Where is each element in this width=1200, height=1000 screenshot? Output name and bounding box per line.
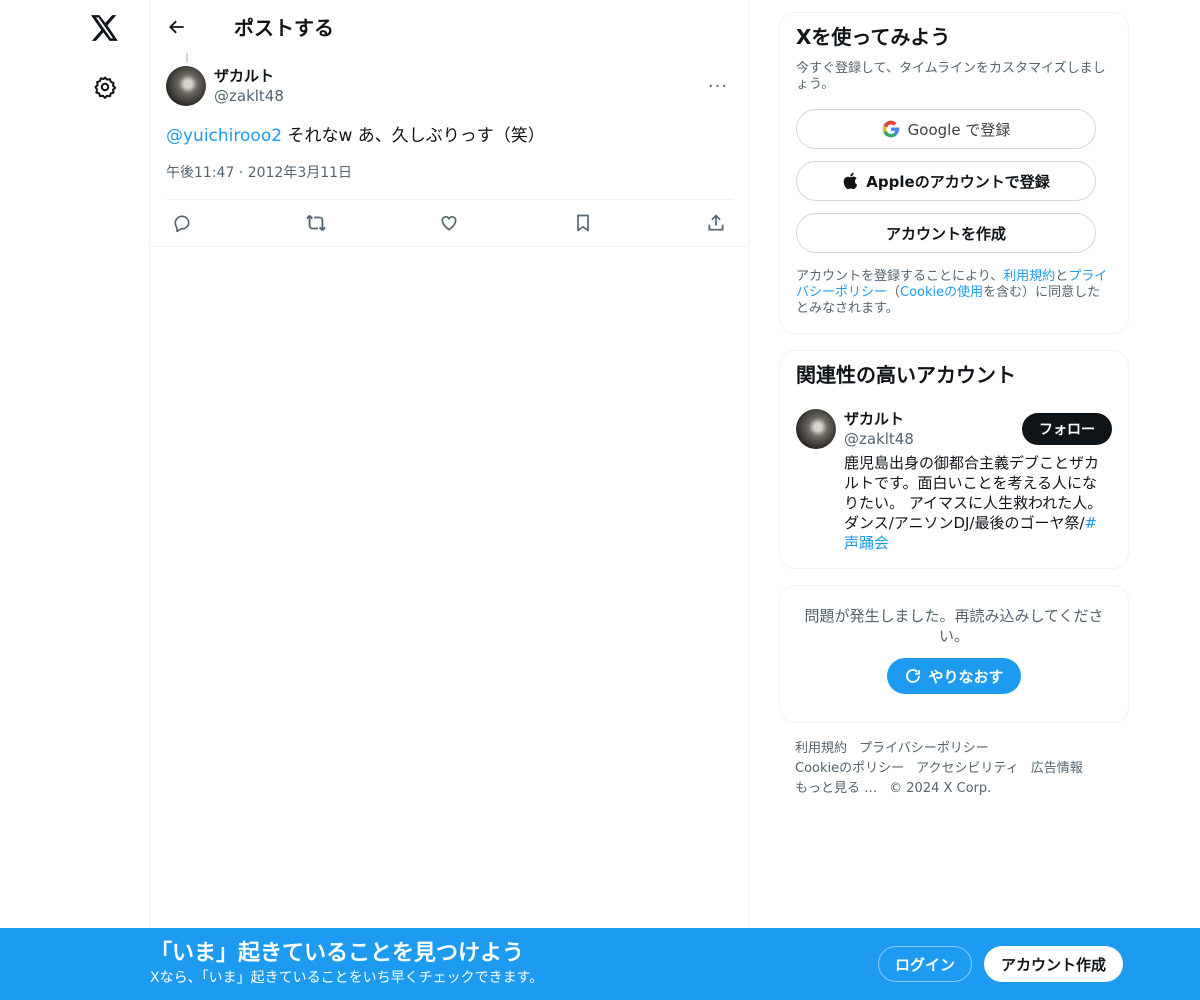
- left-nav: [0, 0, 150, 1000]
- avatar[interactable]: [166, 66, 206, 106]
- bookmark-icon[interactable]: [571, 211, 595, 235]
- signup-button[interactable]: アカウント作成: [984, 946, 1123, 982]
- error-message: 問題が発生しました。再読み込みしてください。: [804, 607, 1104, 645]
- copyright: © 2024 X Corp.: [889, 781, 992, 796]
- post: ザカルト @zaklt48 ··· @yuichirooo2 それなw あ、久し…: [150, 63, 748, 247]
- signup-subtitle: 今すぐ登録して、タイムラインをカスタマイズしましょう。: [796, 61, 1106, 92]
- bottom-bar-title: 「いま」起きていることを見つけよう: [150, 941, 525, 966]
- post-header: ザカルト @zaklt48 ···: [166, 63, 732, 109]
- create-account-button[interactable]: アカウントを作成: [796, 213, 1096, 253]
- footer-row: もっと見る … © 2024 X Corp.: [795, 779, 1113, 799]
- related-bio: 鹿児島出身の御都合主義デブことザカルトです。面白いことを考える人になりたい。 ア…: [844, 453, 1112, 553]
- mention-link[interactable]: @yuichirooo2: [166, 126, 282, 146]
- main-column: ポストする ザカルト @zaklt48 ··· @yuichirooo2 それな…: [149, 0, 749, 1000]
- google-signup-button[interactable]: Google で登録: [796, 109, 1096, 149]
- post-timestamp[interactable]: 午後11:47 · 2012年3月11日: [166, 163, 732, 200]
- signup-card: Xを使ってみよう 今すぐ登録して、タイムラインをカスタマイズしましょう。 Goo…: [779, 12, 1129, 334]
- refresh-icon: [904, 667, 922, 685]
- bottom-bar-subtitle: Xなら、「いま」起きていることをいち早くチェックできます。: [150, 970, 544, 986]
- author-handle[interactable]: @zaklt48: [214, 86, 704, 106]
- more-options-icon[interactable]: ···: [704, 72, 732, 100]
- footer-accessibility-link[interactable]: アクセシビリティ: [916, 761, 1019, 776]
- legal-paren: （: [887, 285, 901, 300]
- login-button[interactable]: ログイン: [878, 946, 972, 982]
- related-display-name[interactable]: ザカルト: [844, 409, 914, 429]
- legal-and: と: [1055, 269, 1069, 284]
- apple-signup-label: Appleのアカウントで登録: [866, 172, 1050, 191]
- related-account[interactable]: ザカルト @zaklt48 フォロー 鹿児島出身の御都合主義デブことザカルトです…: [796, 409, 1112, 553]
- retry-button[interactable]: やりなおす: [887, 658, 1021, 694]
- related-title: 関連性の高いアカウント: [796, 363, 1016, 387]
- apple-icon: [842, 172, 858, 190]
- related-account-head: ザカルト @zaklt48 フォロー: [844, 409, 1112, 449]
- footer-links: 利用規約 プライバシーポリシー Cookieのポリシー アクセシビリティ 広告情報 も…: [779, 739, 1129, 799]
- follow-button[interactable]: フォロー: [1022, 413, 1112, 445]
- gear-icon[interactable]: [87, 69, 123, 105]
- post-author: ザカルト @zaklt48: [214, 66, 704, 106]
- error-card: 問題が発生しました。再読み込みしてください。 やりなおす: [779, 585, 1129, 723]
- right-sidebar: Xを使ってみよう 今すぐ登録して、タイムラインをカスタマイズしましょう。 Goo…: [779, 0, 1129, 799]
- back-arrow-icon[interactable]: [162, 12, 192, 42]
- signup-title: Xを使ってみよう: [796, 25, 951, 49]
- footer-privacy-link[interactable]: プライバシーポリシー: [859, 741, 989, 756]
- page-title: ポストする: [234, 16, 334, 40]
- footer-row: 利用規約 プライバシーポリシー: [795, 739, 1113, 759]
- avatar[interactable]: [796, 409, 836, 449]
- related-accounts-card: 関連性の高いアカウント ザカルト @zaklt48 フォロー 鹿児島出身の御都合…: [779, 350, 1129, 569]
- x-logo-icon[interactable]: [87, 10, 123, 46]
- apple-signup-button[interactable]: Appleのアカウントで登録: [796, 161, 1096, 201]
- share-icon[interactable]: [704, 211, 728, 235]
- retry-label: やりなおす: [928, 667, 1004, 686]
- legal-prefix: アカウントを登録することにより、: [796, 269, 1004, 284]
- related-account-body: ザカルト @zaklt48 フォロー 鹿児島出身の御都合主義デブことザカルトです…: [844, 409, 1112, 553]
- related-account-names: ザカルト @zaklt48: [844, 409, 914, 449]
- post-actions: [150, 200, 748, 247]
- post-text: @yuichirooo2 それなw あ、久しぶりっす（笑）: [166, 124, 732, 148]
- bio-text: 鹿児島出身の御都合主義デブことザカルトです。面白いことを考える人になりたい。 ア…: [844, 454, 1103, 532]
- footer-ads-link[interactable]: 広告情報: [1031, 761, 1083, 776]
- google-signup-label: Google で登録: [907, 120, 1011, 139]
- footer-terms-link[interactable]: 利用規約: [795, 741, 847, 756]
- cookie-link[interactable]: Cookieの使用: [900, 285, 983, 300]
- footer-cookie-link[interactable]: Cookieのポリシー: [795, 761, 904, 776]
- like-icon[interactable]: [437, 211, 461, 235]
- signup-legal-text: アカウントを登録することにより、利用規約とプライバシーポリシー（Cookieの使…: [796, 269, 1112, 317]
- footer-more-link[interactable]: もっと見る …: [795, 781, 877, 796]
- thread-line: [186, 53, 188, 63]
- post-body: それなw あ、久しぶりっす（笑）: [282, 126, 545, 146]
- repost-icon[interactable]: [304, 211, 328, 235]
- bottom-signup-bar: 「いま」起きていることを見つけよう Xなら、「いま」起きていることをいち早くチェ…: [0, 928, 1200, 1000]
- related-handle[interactable]: @zaklt48: [844, 429, 914, 449]
- terms-link[interactable]: 利用規約: [1003, 269, 1055, 284]
- page-header: ポストする: [150, 0, 748, 53]
- footer-row: Cookieのポリシー アクセシビリティ 広告情報: [795, 759, 1113, 779]
- author-display-name[interactable]: ザカルト: [214, 66, 704, 86]
- google-icon: [882, 120, 900, 138]
- reply-icon[interactable]: [170, 211, 194, 235]
